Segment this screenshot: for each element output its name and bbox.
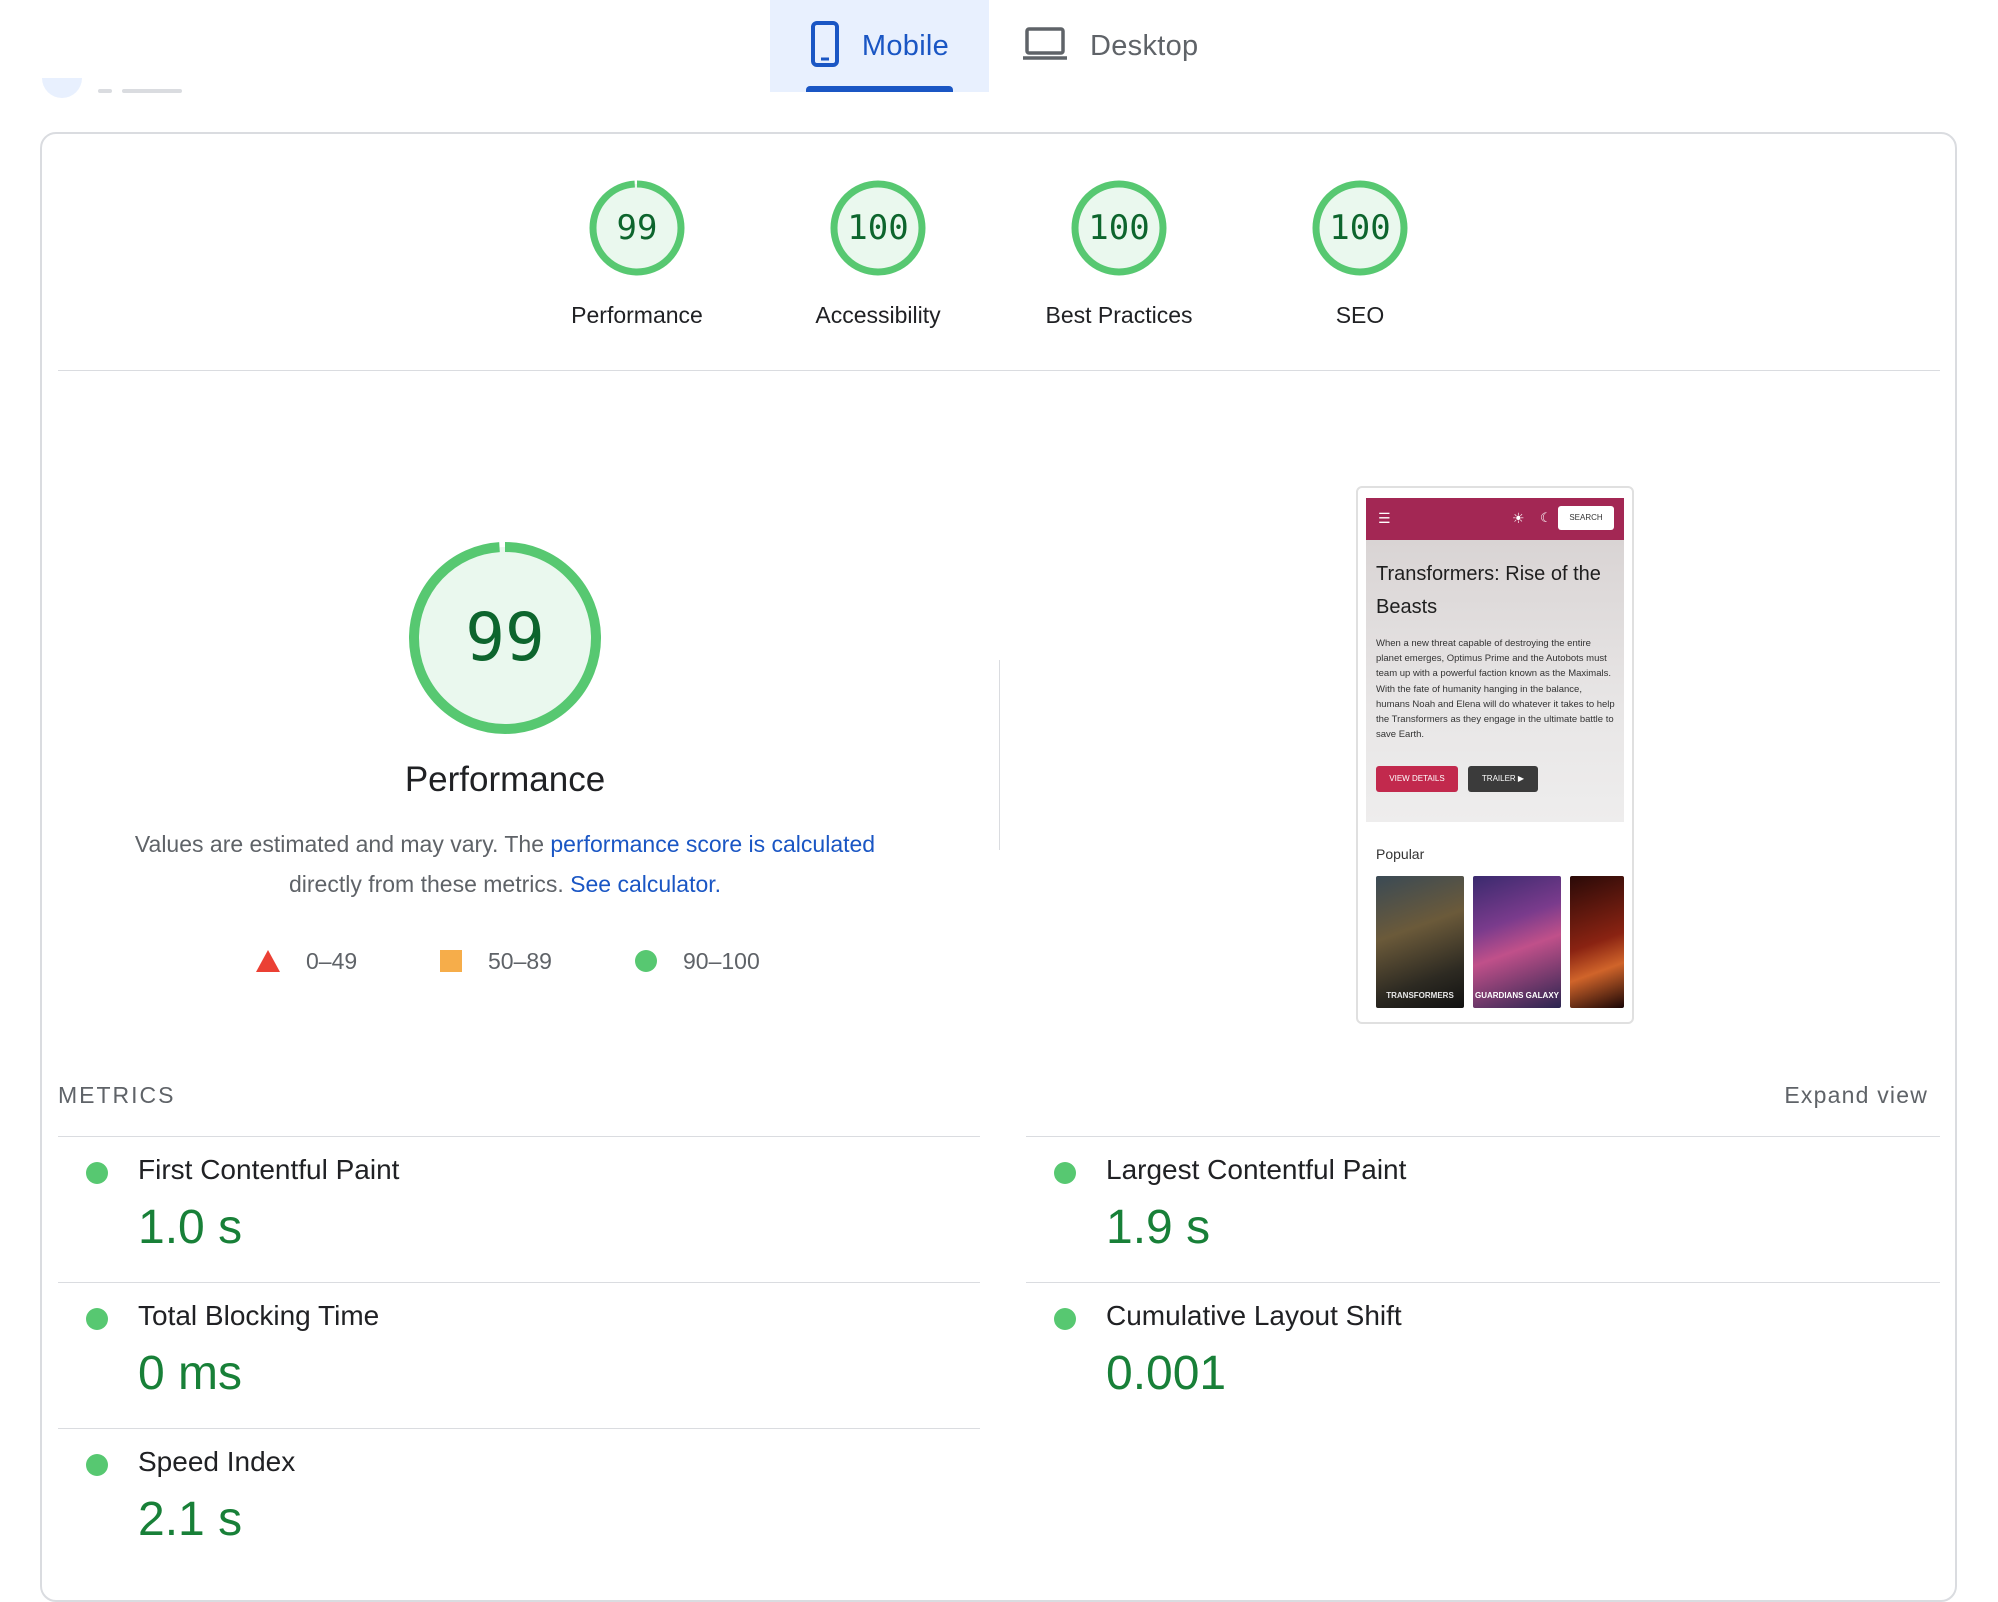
partial-url-text — [98, 80, 288, 93]
triangle-icon — [256, 950, 280, 972]
score-value: 100 — [1088, 208, 1150, 248]
trailer-button: TRAILER ▶ — [1468, 766, 1538, 792]
legend-average: 50–89 — [440, 946, 552, 976]
category-label: Performance — [571, 302, 703, 328]
metrics-heading: METRICS — [58, 1082, 176, 1108]
laptop-icon — [1022, 26, 1068, 67]
score-value: 99 — [616, 208, 658, 248]
metric-title: Total Blocking Time — [138, 1300, 380, 1331]
metric-divider — [58, 1136, 980, 1137]
see-calculator-link[interactable]: See calculator. — [570, 871, 721, 897]
site-header: ☰ ☀ ☾ SEARCH — [1366, 498, 1624, 540]
description-text-2: directly from these metrics. — [288, 871, 571, 897]
metric-value: 2.1 s — [138, 1493, 243, 1546]
legend-pass: 90–100 — [635, 946, 760, 976]
sun-icon: ☀ — [1512, 510, 1525, 526]
score-gauge: 99 — [589, 180, 685, 276]
vertical-divider — [999, 660, 1000, 850]
metric-title: Cumulative Layout Shift — [1106, 1300, 1402, 1331]
movie-poster — [1570, 876, 1624, 1008]
legend-range: 90–100 — [683, 947, 760, 974]
score-value: 100 — [847, 208, 909, 248]
category-label: Best Practices — [1045, 302, 1193, 328]
metric-fcp: First Contentful Paint 1.0 s — [58, 1140, 958, 1280]
pass-indicator — [86, 1454, 108, 1476]
score-gauge: 100 — [1312, 180, 1408, 276]
metric-value: 0 ms — [138, 1347, 243, 1400]
metric-divider — [1026, 1282, 1940, 1283]
category-seo[interactable]: 100 SEO — [1260, 180, 1460, 329]
movie-poster: TRANSFORMERS — [1376, 876, 1464, 1008]
metric-value: 0.001 — [1106, 1347, 1227, 1400]
tab-mobile-label: Mobile — [861, 29, 950, 62]
category-accessibility[interactable]: 100 Accessibility — [778, 180, 978, 329]
metric-divider — [58, 1428, 980, 1429]
device-tabs: Mobile Desktop — [0, 0, 1998, 92]
pass-indicator — [86, 1308, 108, 1330]
tab-desktop-label: Desktop — [1090, 29, 1199, 62]
partial-avatar — [42, 78, 82, 98]
metric-divider — [58, 1282, 980, 1283]
performance-title: Performance — [404, 760, 606, 799]
pass-indicator — [1054, 1162, 1076, 1184]
category-label: SEO — [1335, 302, 1385, 328]
moon-icon: ☾ — [1540, 510, 1552, 525]
legend-range: 0–49 — [306, 947, 358, 974]
performance-description: Values are estimated and may vary. The p… — [100, 824, 910, 904]
metric-value: 1.9 s — [1106, 1201, 1211, 1254]
pass-indicator — [86, 1162, 108, 1184]
tab-desktop[interactable]: Desktop — [1022, 0, 1222, 92]
metric-tbt: Total Blocking Time 0 ms — [58, 1286, 958, 1426]
menu-icon: ☰ — [1378, 510, 1391, 526]
active-tab-indicator — [806, 86, 953, 92]
poster-caption: TRANSFORMERS — [1386, 991, 1454, 1000]
metric-divider — [1026, 1136, 1940, 1137]
metric-cls: Cumulative Layout Shift 0.001 — [1026, 1286, 1926, 1426]
metric-lcp: Largest Contentful Paint 1.9 s — [1026, 1140, 1926, 1280]
movie-poster: GUARDIANS GALAXY — [1473, 876, 1561, 1008]
view-details-button: VIEW DETAILS — [1376, 766, 1458, 792]
category-best-practices[interactable]: 100 Best Practices — [1019, 180, 1219, 329]
section-divider — [58, 370, 1940, 371]
final-screenshot: ☰ ☀ ☾ SEARCH Transformers: Rise of the B… — [1356, 486, 1634, 1024]
category-performance[interactable]: 99 Performance — [537, 180, 737, 329]
legend-fail: 0–49 — [256, 946, 357, 976]
poster-caption: GUARDIANS GALAXY — [1474, 991, 1559, 1000]
square-icon — [440, 950, 462, 972]
popular-heading: Popular — [1376, 846, 1425, 862]
pass-indicator — [1054, 1308, 1076, 1330]
metric-title: Largest Contentful Paint — [1106, 1154, 1407, 1185]
performance-score-gauge: 99 — [405, 538, 605, 738]
score-calculated-link[interactable]: performance score is calculated — [550, 831, 875, 857]
score-gauge: 100 — [1071, 180, 1167, 276]
description-text: Values are estimated and may vary. The — [134, 831, 551, 857]
hero-title: Transformers: Rise of the Beasts — [1376, 563, 1601, 618]
tab-mobile[interactable]: Mobile — [770, 0, 989, 92]
site-search-button: SEARCH — [1558, 506, 1614, 530]
score-gauge: 100 — [830, 180, 926, 276]
metric-value: 1.0 s — [138, 1201, 243, 1254]
performance-score-value: 99 — [465, 599, 545, 676]
smartphone-icon — [810, 20, 840, 73]
metric-title: First Contentful Paint — [138, 1154, 400, 1185]
circle-icon — [635, 950, 657, 972]
expand-view-toggle[interactable]: Expand view — [1784, 1082, 1928, 1109]
legend-range: 50–89 — [488, 947, 552, 974]
metric-title: Speed Index — [138, 1446, 296, 1477]
score-value: 100 — [1329, 208, 1391, 248]
hero-description: When a new threat capable of destroying … — [1376, 638, 1615, 741]
category-label: Accessibility — [815, 302, 941, 328]
metric-speed-index: Speed Index 2.1 s — [58, 1432, 958, 1572]
